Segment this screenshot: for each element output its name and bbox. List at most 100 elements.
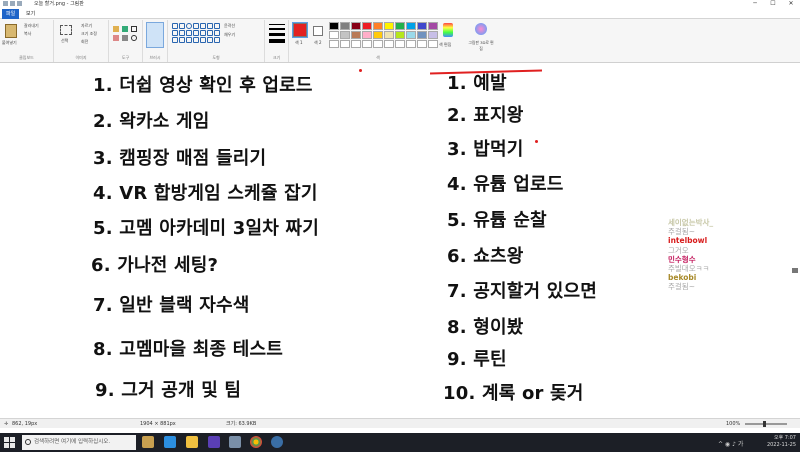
tab-view[interactable]: 보기 [22,9,39,19]
taskbar-app-icon-1[interactable] [142,436,154,448]
callout-oval-shape-icon[interactable] [207,37,213,43]
palette-swatch[interactable] [340,22,350,30]
palette-swatch[interactable] [395,22,405,30]
oval-shape-icon[interactable] [186,23,192,29]
color-palette[interactable] [329,22,439,50]
paint3d-icon[interactable] [475,23,487,35]
palette-swatch[interactable] [362,40,372,48]
cut-button[interactable]: 잘라내기 [24,23,39,29]
arrow-up-shape-icon[interactable] [214,30,220,36]
palette-swatch[interactable] [329,40,339,48]
curve-shape-icon[interactable] [179,23,185,29]
zoom-slider[interactable] [745,423,787,425]
size-group[interactable]: 크기 [265,20,289,62]
paste-icon[interactable] [5,24,17,38]
palette-swatch[interactable] [406,40,416,48]
copy-button[interactable]: 복사 [24,31,31,37]
palette-swatch[interactable] [329,22,339,30]
hexagon-shape-icon[interactable] [193,30,199,36]
star4-shape-icon[interactable] [179,37,185,43]
task-view-icon[interactable] [164,436,176,448]
palette-swatch[interactable] [362,31,372,39]
palette-swatch[interactable] [406,31,416,39]
palette-swatch[interactable] [428,22,438,30]
canvas-resize-handle[interactable] [792,268,798,273]
save-icon[interactable] [3,1,8,6]
palette-swatch[interactable] [373,31,383,39]
polygon-shape-icon[interactable] [207,23,213,29]
paint3d-label[interactable]: 그림판 3D로 편집 [467,40,495,52]
shapes-gallery[interactable] [172,23,220,43]
triangle-shape-icon[interactable] [214,23,220,29]
pentagon-shape-icon[interactable] [186,30,192,36]
palette-swatch[interactable] [373,22,383,30]
diamond-shape-icon[interactable] [179,30,185,36]
palette-swatch[interactable] [362,22,372,30]
windows-start-icon[interactable] [4,437,15,448]
clock[interactable]: 오후 7:07 2022-11-25 [767,435,796,449]
star5-shape-icon[interactable] [186,37,192,43]
palette-swatch[interactable] [373,40,383,48]
callout-rect-shape-icon[interactable] [200,37,206,43]
crop-button[interactable]: 자르기 [81,23,92,29]
palette-swatch[interactable] [417,22,427,30]
edit-colors-icon[interactable] [443,23,453,37]
palette-swatch[interactable] [340,40,350,48]
palette-swatch[interactable] [384,22,394,30]
magnifier-icon[interactable] [131,35,137,41]
fill-icon[interactable] [122,26,128,32]
select-label[interactable]: 선택 [61,38,68,44]
redo-icon[interactable] [17,1,22,6]
palette-swatch[interactable] [384,40,394,48]
arrow-left-shape-icon[interactable] [207,30,213,36]
heart-shape-icon[interactable] [214,37,220,43]
tab-file[interactable]: 파일 [2,9,20,19]
palette-swatch[interactable] [417,40,427,48]
palette-swatch[interactable] [351,22,361,30]
visual-studio-icon[interactable] [208,436,220,448]
outline-button[interactable]: 윤곽선 [224,23,235,29]
palette-swatch[interactable] [351,40,361,48]
brushes-button[interactable] [146,22,164,48]
paste-label[interactable]: 붙여넣기 [2,40,17,46]
resize-button[interactable]: 크기 조정 [81,31,97,37]
file-explorer-icon[interactable] [186,436,198,448]
right-triangle-shape-icon[interactable] [172,30,178,36]
rotate-button[interactable]: 회전 [81,39,88,45]
palette-swatch[interactable] [395,40,405,48]
paint-icon[interactable] [229,436,241,448]
close-button[interactable]: ✕ [782,0,800,8]
palette-swatch[interactable] [406,22,416,30]
star6-shape-icon[interactable] [193,37,199,43]
palette-swatch[interactable] [351,31,361,39]
rect-shape-icon[interactable] [193,23,199,29]
eraser-icon[interactable] [113,35,119,41]
text-icon[interactable] [131,26,137,32]
color-picker-icon[interactable] [122,35,128,41]
palette-swatch[interactable] [329,31,339,39]
arrow-down-shape-icon[interactable] [172,37,178,43]
palette-swatch[interactable] [428,31,438,39]
palette-swatch[interactable] [384,31,394,39]
minimize-button[interactable]: ─ [746,0,764,8]
taskbar-search-input[interactable]: 검색하려면 여기에 입력하십시오. [22,435,136,450]
edit-colors-label[interactable]: 색 편집 [439,42,451,48]
palette-swatch[interactable] [395,31,405,39]
palette-swatch[interactable] [428,40,438,48]
line-shape-icon[interactable] [172,23,178,29]
select-icon[interactable] [60,25,72,35]
palette-swatch[interactable] [417,31,427,39]
rounded-rect-shape-icon[interactable] [200,23,206,29]
system-tray-icons[interactable]: ^ ◉ ♪ 가 [718,439,743,448]
arrow-right-shape-icon[interactable] [200,30,206,36]
palette-swatch[interactable] [340,31,350,39]
fill-button[interactable]: 채우기 [224,32,235,38]
taskbar-app-icon-7[interactable] [271,436,283,448]
chrome-icon[interactable] [250,436,262,448]
color2-swatch[interactable] [313,26,323,36]
maximize-button[interactable]: ☐ [764,0,782,8]
zoom-slider-thumb[interactable] [763,421,766,427]
pencil-icon[interactable] [113,26,119,32]
color1-swatch[interactable] [292,22,308,38]
undo-icon[interactable] [10,1,15,6]
